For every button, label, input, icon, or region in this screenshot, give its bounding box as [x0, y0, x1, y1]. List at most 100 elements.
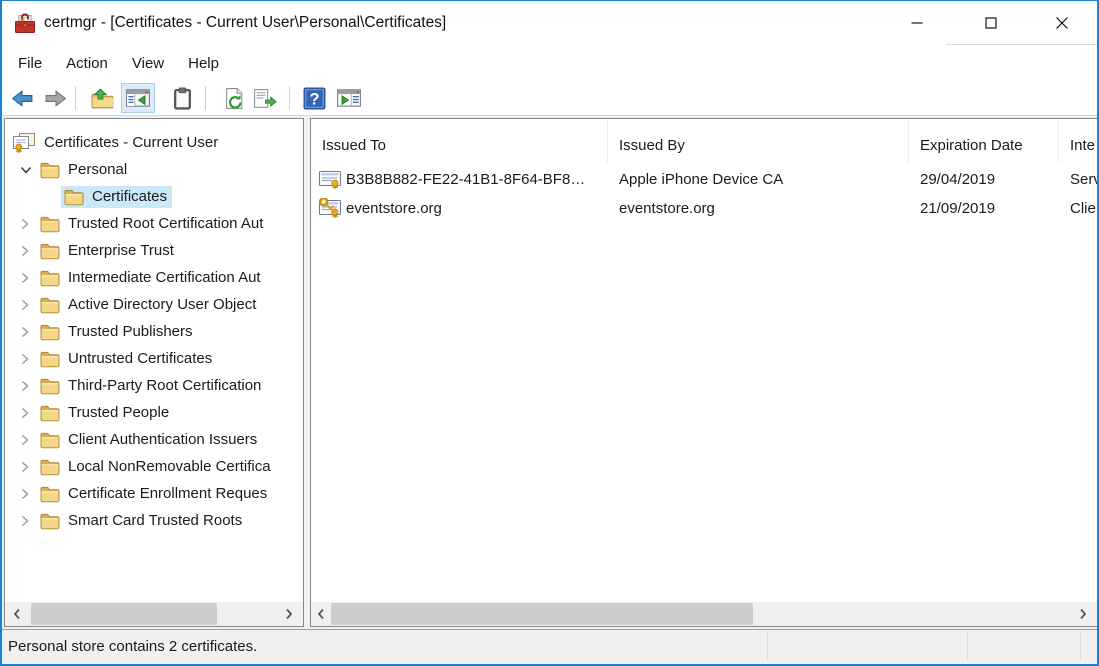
chevron-right-icon[interactable]	[15, 326, 37, 338]
folder-icon	[39, 242, 61, 260]
chevron-right-icon[interactable]	[15, 245, 37, 257]
tree-item-label: Third-Party Root Certification	[68, 377, 261, 394]
tree-item-client-authentication-issuers[interactable]: Client Authentication Issuers	[5, 426, 303, 453]
folder-icon	[39, 512, 61, 530]
folder-icon	[39, 458, 61, 476]
certmgr-window: certmgr - [Certificates - Current User\P…	[0, 0, 1099, 666]
toolbar	[2, 80, 1097, 116]
cell-issued-by: eventstore.org	[608, 200, 909, 217]
tree-item-certificate-enrollment-requests[interactable]: Certificate Enrollment Reques	[5, 480, 303, 507]
tree-item-label: Intermediate Certification Aut	[68, 269, 261, 286]
close-button[interactable]	[1038, 1, 1086, 45]
column-header-intended-purposes[interactable]: Inte	[1059, 119, 1097, 163]
tree-item-trusted-root-certification-authorities[interactable]: Trusted Root Certification Aut	[5, 210, 303, 237]
cell-issued-by: Apple iPhone Device CA	[608, 171, 909, 188]
maximize-button[interactable]	[967, 1, 1015, 45]
folder-icon	[39, 161, 61, 179]
folder-icon	[39, 269, 61, 287]
tree-item-third-party-root-certification[interactable]: Third-Party Root Certification	[5, 372, 303, 399]
status-bar: Personal store contains 2 certificates.	[2, 630, 1097, 664]
forward-button[interactable]	[40, 83, 70, 113]
scroll-left-arrow[interactable]	[5, 602, 29, 626]
properties-button[interactable]	[167, 83, 197, 113]
chevron-right-icon[interactable]	[15, 515, 37, 527]
list-horizontal-scrollbar[interactable]	[311, 602, 1097, 626]
tree-item-personal[interactable]: Personal	[5, 156, 303, 183]
status-message: Personal store contains 2 certificates.	[8, 638, 257, 655]
tree-item-trusted-people[interactable]: Trusted People	[5, 399, 303, 426]
scroll-left-arrow[interactable]	[311, 602, 331, 626]
menu-bar: File Action View Help	[2, 47, 1097, 80]
chevron-right-icon[interactable]	[15, 299, 37, 311]
menu-help[interactable]: Help	[176, 51, 231, 76]
cell-issued-to: B3B8B882-FE22-41B1-8F64-BF8…	[346, 171, 585, 188]
refresh-icon	[223, 87, 246, 110]
close-icon	[1055, 16, 1069, 30]
tree-item-label: Certificates	[92, 188, 167, 205]
clipboard-icon	[173, 87, 192, 110]
up-one-level-button[interactable]	[87, 83, 117, 113]
tree-item-smart-card-trusted-roots[interactable]: Smart Card Trusted Roots	[5, 507, 303, 534]
show-console-tree-button[interactable]	[121, 83, 155, 113]
status-separator	[967, 633, 968, 661]
tree-item-label: Smart Card Trusted Roots	[68, 512, 242, 529]
tree-item-intermediate-certification-authorities[interactable]: Intermediate Certification Aut	[5, 264, 303, 291]
menu-action[interactable]: Action	[54, 51, 120, 76]
tree-item-untrusted-certificates[interactable]: Untrusted Certificates	[5, 345, 303, 372]
status-separator	[1080, 633, 1081, 661]
export-list-button[interactable]	[249, 83, 279, 113]
forward-arrow-icon	[44, 89, 67, 108]
tree-item-certificates-current-user[interactable]: Certificates - Current User	[5, 129, 303, 156]
table-row[interactable]: B3B8B882-FE22-41B1-8F64-BF8… Apple iPhon…	[311, 165, 1097, 194]
chevron-right-icon[interactable]	[15, 272, 37, 284]
column-header-issued-by[interactable]: Issued By	[608, 119, 909, 163]
scrollbar-thumb[interactable]	[331, 603, 753, 625]
tree-item-local-nonremovable-certificates[interactable]: Local NonRemovable Certifica	[5, 453, 303, 480]
minimize-icon	[911, 17, 923, 29]
tree-item-trusted-publishers[interactable]: Trusted Publishers	[5, 318, 303, 345]
scrollbar-thumb[interactable]	[31, 603, 217, 625]
folder-icon	[39, 296, 61, 314]
cell-expiration-date: 21/09/2019	[909, 200, 1059, 217]
show-action-pane-button[interactable]	[334, 83, 364, 113]
chevron-right-icon[interactable]	[15, 407, 37, 419]
selected-tree-item[interactable]: Certificates	[61, 186, 172, 208]
tree-item-active-directory-user-object[interactable]: Active Directory User Object	[5, 291, 303, 318]
toolbar-separator	[75, 86, 76, 110]
tree-item-label: Certificate Enrollment Reques	[68, 485, 267, 502]
chevron-right-icon[interactable]	[15, 353, 37, 365]
folder-icon	[39, 323, 61, 341]
minimize-button[interactable]	[893, 1, 941, 45]
chevron-right-icon[interactable]	[15, 380, 37, 392]
chevron-right-icon[interactable]	[15, 488, 37, 500]
certificate-list-pane: Issued To Issued By Expiration Date Inte…	[310, 118, 1097, 627]
console-tree-icon	[125, 87, 151, 109]
chevron-right-icon[interactable]	[15, 434, 37, 446]
help-icon	[303, 87, 326, 110]
maximize-icon	[985, 17, 997, 29]
scroll-right-arrow[interactable]	[277, 602, 301, 626]
back-button[interactable]	[7, 83, 37, 113]
menu-view[interactable]: View	[120, 51, 176, 76]
scroll-right-arrow[interactable]	[1071, 602, 1095, 626]
tree-item-certificates[interactable]: Certificates	[5, 183, 303, 210]
folder-icon	[39, 215, 61, 233]
tree-item-label: Active Directory User Object	[68, 296, 256, 313]
folder-icon	[39, 431, 61, 449]
refresh-button[interactable]	[219, 83, 249, 113]
child-window-divider	[946, 44, 1097, 45]
column-header-expiration-date[interactable]: Expiration Date	[909, 119, 1059, 163]
folder-icon	[39, 377, 61, 395]
tree-item-label: Untrusted Certificates	[68, 350, 212, 367]
menu-file[interactable]: File	[6, 51, 54, 76]
folder-icon	[39, 485, 61, 503]
chevron-down-icon[interactable]	[15, 165, 37, 175]
tree-item-enterprise-trust[interactable]: Enterprise Trust	[5, 237, 303, 264]
help-button[interactable]	[299, 83, 329, 113]
table-row[interactable]: eventstore.org eventstore.org 21/09/2019…	[311, 194, 1097, 223]
tree-item-label: Certificates - Current User	[44, 134, 218, 151]
chevron-right-icon[interactable]	[15, 218, 37, 230]
chevron-right-icon[interactable]	[15, 461, 37, 473]
tree-horizontal-scrollbar[interactable]	[5, 602, 303, 626]
column-header-issued-to[interactable]: Issued To	[311, 119, 608, 163]
